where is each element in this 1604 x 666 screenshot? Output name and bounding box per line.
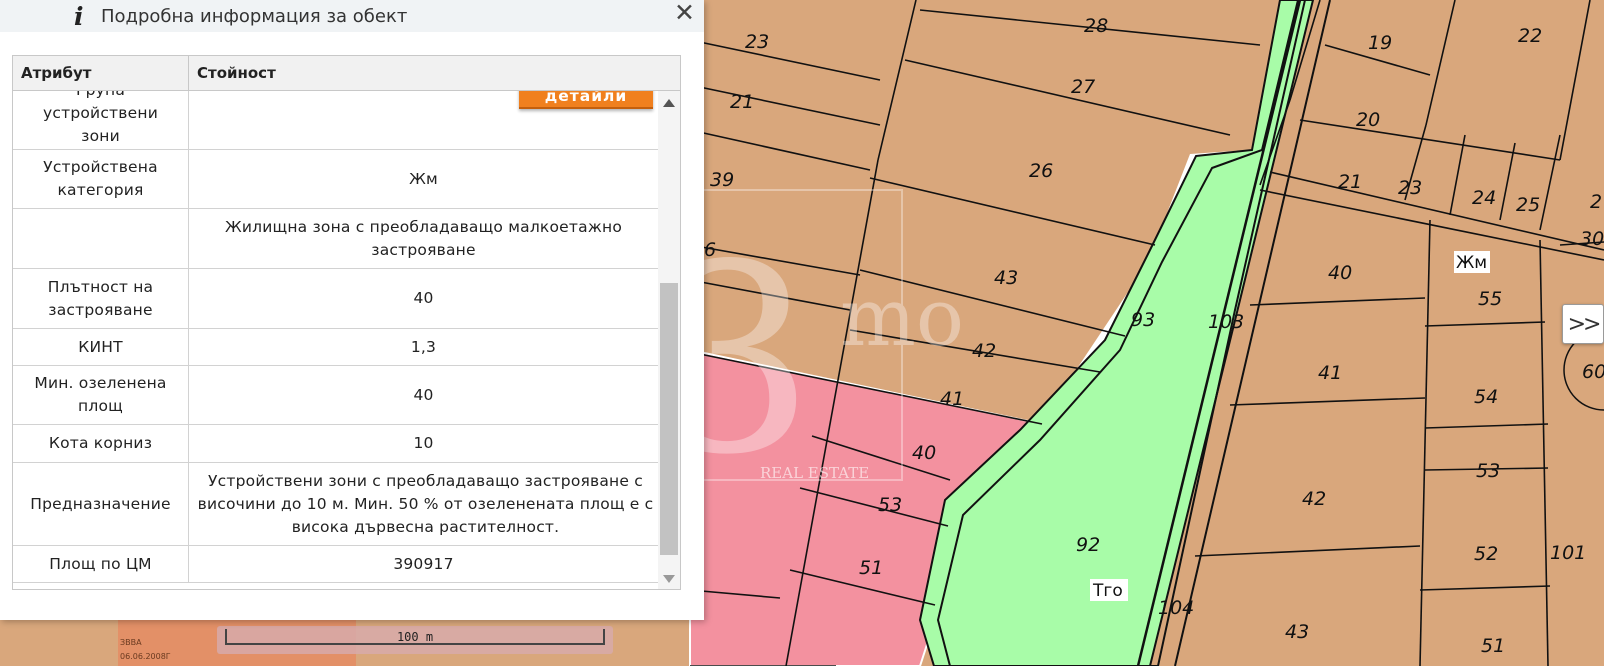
- attribute-cell: [13, 209, 189, 268]
- parcel-number: 103: [1208, 311, 1244, 333]
- column-header-attribute: Атрибут: [13, 56, 189, 90]
- parcel-number: 2: [1590, 191, 1602, 213]
- scroll-down-arrow-icon[interactable]: [663, 575, 675, 583]
- value-cell: Виж детайли: [189, 91, 658, 149]
- table-row: Плътност на застрояване 40: [13, 269, 658, 329]
- legend-small-text: ЗВВА: [120, 638, 142, 647]
- value-cell: 40: [413, 289, 434, 307]
- attribute-cell: Кота корниз: [13, 425, 189, 462]
- parcel-number: 41: [940, 388, 964, 410]
- table-row: Жилищна зона с преобладаващо малкоетажно…: [13, 209, 658, 269]
- table-row: Устройствена категория Жм: [13, 150, 658, 209]
- parcel-number: 43: [994, 267, 1018, 289]
- view-details-button[interactable]: Виж детайли: [519, 91, 653, 109]
- parcel-number: 30: [1580, 228, 1604, 250]
- parcel-number: 42: [972, 340, 996, 362]
- table-header: Атрибут Стойност: [13, 56, 680, 91]
- parcel-number: 23: [1398, 177, 1422, 199]
- parcel-number: 40: [912, 442, 936, 464]
- table-row: Предназначение Устройствени зони с преоб…: [13, 463, 658, 546]
- parcel-number: 55: [1478, 288, 1502, 310]
- parcel-number: 21: [1338, 171, 1362, 193]
- zone-label-zhm: Жм: [1456, 253, 1487, 273]
- parcel-number: 20: [1356, 109, 1380, 131]
- table-row: Мин. озеленена площ 40: [13, 366, 658, 425]
- attribute-cell: Устройствена категория: [13, 150, 189, 208]
- attributes-table: Атрибут Стойност Група устройствени зони…: [12, 55, 681, 590]
- attribute-cell: Мин. озеленена площ: [13, 366, 189, 424]
- parcel-number: 26: [1029, 160, 1053, 182]
- info-icon: i: [74, 2, 84, 31]
- close-button[interactable]: ✕: [674, 0, 695, 25]
- attribute-cell: Плътност на застрояване: [13, 269, 189, 328]
- parcel-number: 92: [1076, 534, 1100, 556]
- table-scrollbar[interactable]: [658, 91, 680, 589]
- parcel-number: 6: [704, 239, 716, 261]
- watermark-text: REAL ESTATE: [760, 464, 869, 482]
- value-cell: Жм: [409, 169, 438, 188]
- attribute-cell: Предназначение: [13, 463, 189, 545]
- parcel-number: 25: [1516, 194, 1540, 216]
- parcel-number: 24: [1472, 187, 1496, 209]
- panel-title: Подробна информация за обект: [101, 6, 408, 27]
- chevron-double-right-icon: >>: [1567, 311, 1602, 337]
- table-row: КИНТ 1,3: [13, 329, 658, 366]
- parcel-number: 22: [1518, 25, 1542, 47]
- parcel-number: 104: [1158, 597, 1194, 619]
- parcel-number: 101: [1550, 542, 1586, 564]
- parcel-number: 51: [1481, 635, 1505, 657]
- parcel-number: 28: [1084, 15, 1108, 37]
- parcel-number: 23: [745, 31, 769, 53]
- scale-bar-label: 100 m: [396, 630, 434, 644]
- value-cell: 10: [413, 434, 434, 452]
- parcel-number: 41: [1318, 362, 1342, 384]
- parcel-number: 53: [1476, 460, 1500, 482]
- parcel-number: 43: [1285, 621, 1309, 643]
- value-cell: Жилищна зона с преобладаващо малкоетажно…: [224, 217, 623, 259]
- legend-small-text: 06.06.2008Г: [120, 652, 171, 661]
- value-cell: 40: [413, 385, 434, 404]
- parcel-number: 53: [878, 494, 902, 516]
- table-row: Група устройствени зони Виж детайли: [13, 91, 658, 150]
- parcel-number: 39: [710, 169, 734, 191]
- parcel-number: 54: [1474, 386, 1498, 408]
- column-header-value: Стойност: [197, 64, 276, 82]
- expand-panel-button[interactable]: >>: [1562, 304, 1604, 344]
- parcel-number: 27: [1071, 76, 1095, 98]
- parcel-number: 19: [1368, 32, 1392, 54]
- zone-label-tgo: Тго: [1092, 581, 1123, 601]
- value-cell: Устройствени зони с преобладаващо застро…: [197, 471, 654, 536]
- parcel-number: 51: [859, 557, 883, 579]
- table-row: Площ по ЦМ 390917: [13, 546, 658, 583]
- panel-header: i Подробна информация за обект ✕: [0, 0, 704, 32]
- scale-bar: 100 m: [217, 626, 613, 654]
- table-row: Кота корниз 10: [13, 425, 658, 463]
- parcel-number: 60: [1582, 361, 1604, 383]
- parcel-number: 40: [1328, 262, 1352, 284]
- attribute-cell: Група устройствени зони: [13, 91, 189, 149]
- attribute-cell: Площ по ЦМ: [13, 546, 189, 582]
- table-body[interactable]: Група устройствени зони Виж детайли Устр…: [13, 91, 658, 589]
- parcel-number: 52: [1474, 543, 1498, 565]
- svg-text:mo: mo: [840, 271, 964, 364]
- scrollbar-thumb[interactable]: [660, 283, 678, 555]
- value-cell: 1,3: [410, 337, 437, 356]
- object-info-panel: i Подробна информация за обект ✕ Атрибут…: [0, 0, 704, 620]
- parcel-number: 21: [730, 91, 754, 113]
- value-cell: 390917: [393, 554, 454, 573]
- scroll-up-arrow-icon[interactable]: [663, 99, 675, 107]
- attribute-cell: КИНТ: [13, 329, 189, 365]
- parcel-number: 42: [1302, 488, 1326, 510]
- parcel-number: 93: [1131, 309, 1155, 331]
